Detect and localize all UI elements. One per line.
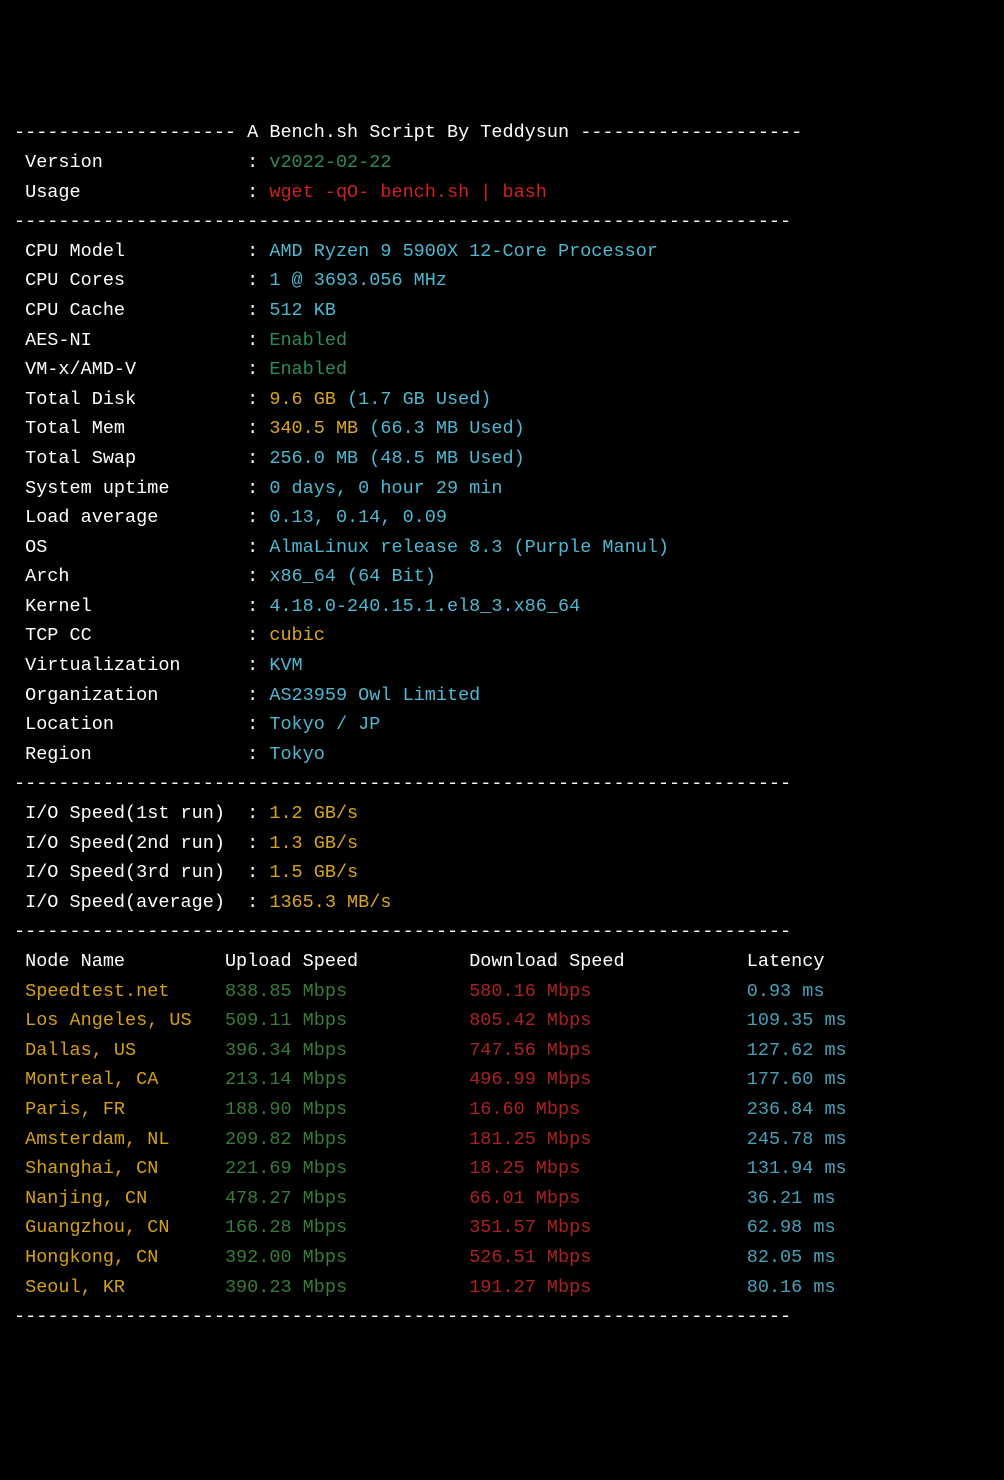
divider: ----------------------------------------… (14, 207, 990, 237)
sysinfo-row: CPU Model : AMD Ryzen 9 5900X 12-Core Pr… (14, 237, 990, 267)
divider: ----------------------------------------… (14, 769, 990, 799)
io-row: I/O Speed(3rd run) : 1.5 GB/s (14, 858, 990, 888)
speed-row: Seoul, KR 390.23 Mbps 191.27 Mbps 80.16 … (14, 1273, 990, 1303)
sysinfo-row: TCP CC : cubic (14, 621, 990, 651)
sysinfo-row: Load average : 0.13, 0.14, 0.09 (14, 503, 990, 533)
speed-row: Shanghai, CN 221.69 Mbps 18.25 Mbps 131.… (14, 1154, 990, 1184)
io-row: I/O Speed(1st run) : 1.2 GB/s (14, 799, 990, 829)
sysinfo-row: Virtualization : KVM (14, 651, 990, 681)
mem-row: Total Mem : 340.5 MB (66.3 MB Used) (14, 414, 990, 444)
usage-row: Usage : wget -qO- bench.sh | bash (14, 178, 990, 208)
sysinfo-row: Arch : x86_64 (64 Bit) (14, 562, 990, 592)
sysinfo-row: CPU Cores : 1 @ 3693.056 MHz (14, 266, 990, 296)
divider: ----------------------------------------… (14, 1302, 990, 1332)
sysinfo-row: Organization : AS23959 Owl Limited (14, 681, 990, 711)
speed-row: Guangzhou, CN 166.28 Mbps 351.57 Mbps 62… (14, 1213, 990, 1243)
sysinfo-row: Kernel : 4.18.0-240.15.1.el8_3.x86_64 (14, 592, 990, 622)
speed-row: Dallas, US 396.34 Mbps 747.56 Mbps 127.6… (14, 1036, 990, 1066)
speed-row: Nanjing, CN 478.27 Mbps 66.01 Mbps 36.21… (14, 1184, 990, 1214)
speed-row: Los Angeles, US 509.11 Mbps 805.42 Mbps … (14, 1006, 990, 1036)
speed-row: Speedtest.net 838.85 Mbps 580.16 Mbps 0.… (14, 977, 990, 1007)
speed-row: Paris, FR 188.90 Mbps 16.60 Mbps 236.84 … (14, 1095, 990, 1125)
sysinfo-row: OS : AlmaLinux release 8.3 (Purple Manul… (14, 533, 990, 563)
sysinfo-row: AES-NI : Enabled (14, 326, 990, 356)
sysinfo-row: System uptime : 0 days, 0 hour 29 min (14, 474, 990, 504)
io-row: I/O Speed(2nd run) : 1.3 GB/s (14, 829, 990, 859)
sysinfo-row: Region : Tokyo (14, 740, 990, 770)
speed-row: Montreal, CA 213.14 Mbps 496.99 Mbps 177… (14, 1065, 990, 1095)
disk-row: Total Disk : 9.6 GB (1.7 GB Used) (14, 385, 990, 415)
speed-row: Amsterdam, NL 209.82 Mbps 181.25 Mbps 24… (14, 1125, 990, 1155)
header-title: -------------------- A Bench.sh Script B… (14, 118, 990, 148)
sysinfo-row: CPU Cache : 512 KB (14, 296, 990, 326)
speed-header: Node Name Upload Speed Download Speed La… (14, 947, 990, 977)
sysinfo-row: Location : Tokyo / JP (14, 710, 990, 740)
divider: ----------------------------------------… (14, 917, 990, 947)
version-row: Version : v2022-02-22 (14, 148, 990, 178)
swap-row: Total Swap : 256.0 MB (48.5 MB Used) (14, 444, 990, 474)
sysinfo-row: VM-x/AMD-V : Enabled (14, 355, 990, 385)
speed-row: Hongkong, CN 392.00 Mbps 526.51 Mbps 82.… (14, 1243, 990, 1273)
io-row: I/O Speed(average) : 1365.3 MB/s (14, 888, 990, 918)
terminal-output: -------------------- A Bench.sh Script B… (14, 118, 990, 1331)
